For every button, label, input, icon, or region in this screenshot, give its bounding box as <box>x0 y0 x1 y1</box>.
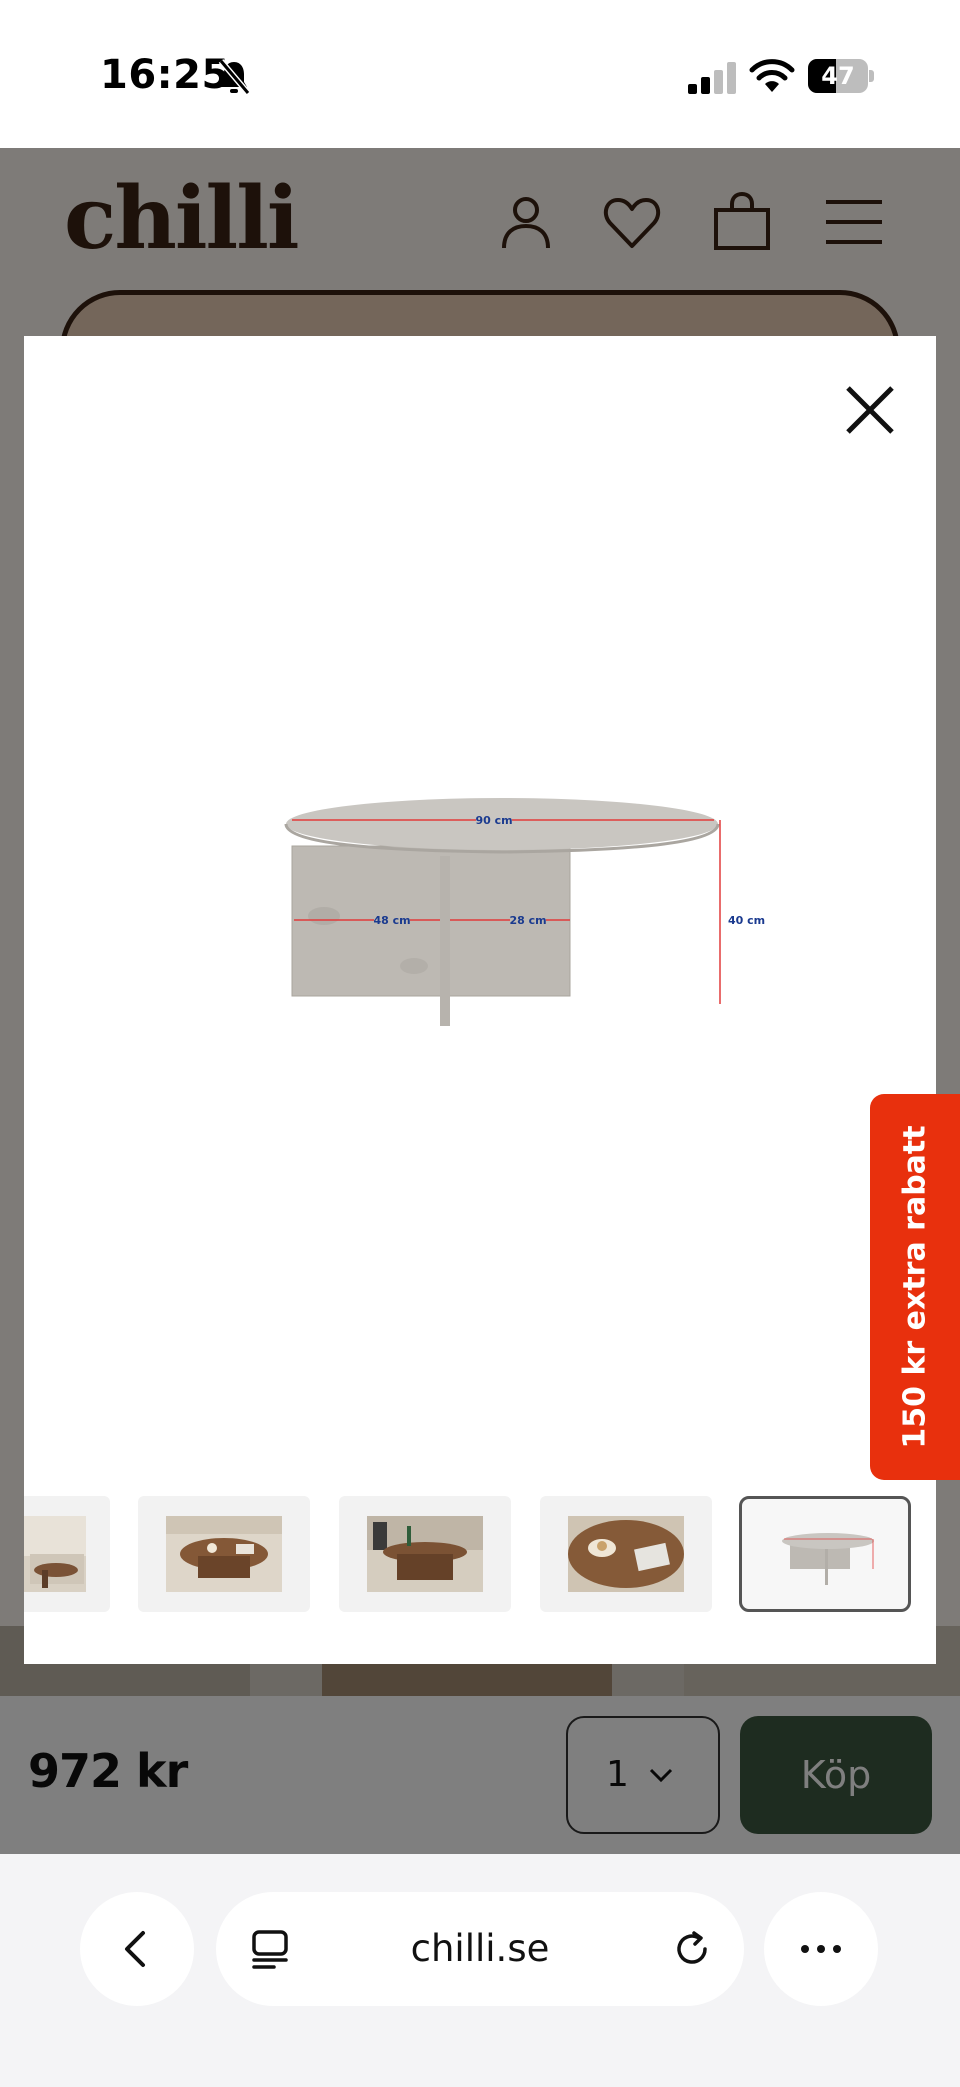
product-image-table-dimensions: 90 cm 48 cm 28 cm 40 cm <box>284 798 765 1026</box>
close-icon[interactable] <box>830 370 910 450</box>
back-icon <box>125 1931 145 1967</box>
status-bar: 16:25 47 <box>0 0 960 148</box>
back-button[interactable] <box>80 1892 194 2006</box>
dimension-label-depth-b: 28 cm <box>509 914 546 927</box>
image-viewer-modal: 90 cm 48 cm 28 cm 40 cm <box>24 336 936 1664</box>
thumbnail-5-active[interactable] <box>739 1496 911 1612</box>
wifi-icon <box>749 59 795 92</box>
status-time: 16:25 <box>100 52 230 98</box>
dimension-label-depth-a: 48 cm <box>373 914 410 927</box>
promo-discount-tab[interactable]: 150 kr extra rabatt <box>870 1094 960 1480</box>
promo-text: 150 kr extra rabatt <box>897 1125 933 1449</box>
dimension-label-height: 40 cm <box>728 914 765 927</box>
thumbnail-strip <box>24 1496 936 1618</box>
dimension-label-width: 90 cm <box>475 814 512 827</box>
thumbnail-1[interactable] <box>24 1496 110 1612</box>
address-bar[interactable]: chilli.se <box>216 1892 744 2006</box>
cellular-signal-icon <box>688 62 736 94</box>
thumbnail-4[interactable] <box>540 1496 712 1612</box>
bell-slash-icon <box>218 59 250 95</box>
thumbnail-2[interactable] <box>138 1496 310 1612</box>
thumbnail-3[interactable] <box>339 1496 511 1612</box>
reload-icon[interactable] <box>672 1929 712 1969</box>
more-button[interactable] <box>764 1892 878 2006</box>
address-url: chilli.se <box>410 1927 550 1970</box>
battery-percent: 47 <box>821 62 855 90</box>
browser-toolbar: chilli.se <box>0 1854 960 2087</box>
battery-icon: 47 <box>808 59 874 93</box>
more-icon <box>801 1945 841 1953</box>
